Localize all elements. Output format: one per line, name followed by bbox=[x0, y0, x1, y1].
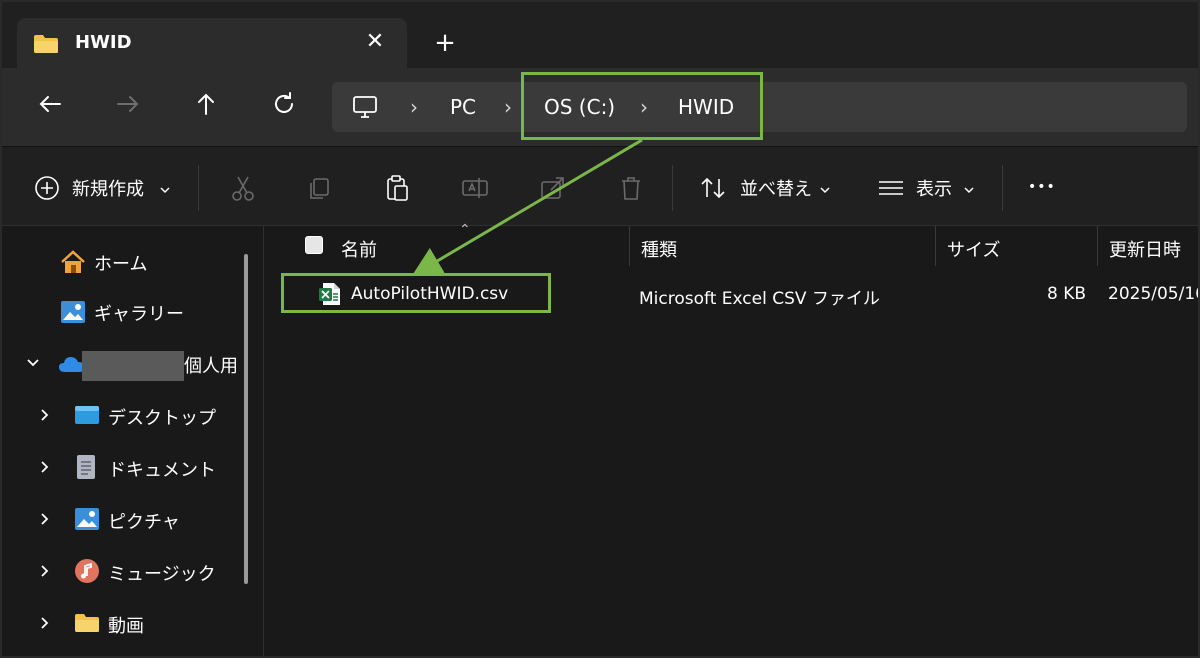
sidebar-item-home[interactable]: ホーム bbox=[60, 244, 240, 278]
tab-hwid[interactable]: HWID ✕ bbox=[17, 18, 407, 70]
forward-arrow-icon[interactable] bbox=[112, 88, 144, 120]
folder-icon bbox=[75, 614, 99, 632]
sort-icon bbox=[701, 177, 725, 199]
back-arrow-icon[interactable] bbox=[34, 88, 66, 120]
sidebar-item-label: デスクトップ bbox=[108, 408, 216, 429]
chevron-down-icon[interactable] bbox=[158, 183, 172, 197]
file-explorer-window: HWID ✕ + › PC › OS (C:) › HWID 新規作成 並べ替え… bbox=[0, 0, 1200, 658]
new-button[interactable]: 新規作成 bbox=[72, 175, 144, 203]
select-all-checkbox[interactable] bbox=[305, 236, 323, 254]
pictures-icon bbox=[75, 508, 99, 530]
rename-icon[interactable] bbox=[460, 173, 490, 203]
file-size: 8 KB bbox=[1047, 284, 1087, 304]
highlight-address-path bbox=[521, 72, 763, 140]
chevron-right-icon[interactable] bbox=[36, 562, 54, 580]
sidebar-item-gallery[interactable]: ギャラリー bbox=[60, 294, 240, 328]
chevron-right-icon[interactable] bbox=[36, 406, 54, 424]
copy-icon[interactable] bbox=[304, 173, 334, 203]
sidebar-item-label: ミュージック bbox=[108, 564, 216, 585]
refresh-icon[interactable] bbox=[268, 88, 300, 120]
new-plus-icon bbox=[35, 176, 59, 200]
music-icon bbox=[75, 559, 99, 583]
command-bar: 新規作成 並べ替え 表示 ••• bbox=[2, 146, 1198, 226]
highlight-file bbox=[281, 273, 551, 313]
redacted-account-name bbox=[82, 351, 184, 381]
cut-icon[interactable] bbox=[228, 173, 258, 203]
sidebar-item-videos[interactable]: 動画 bbox=[36, 606, 236, 640]
folder-icon bbox=[34, 35, 58, 53]
document-icon bbox=[77, 455, 95, 479]
toolbar-divider bbox=[198, 165, 199, 211]
new-tab-button[interactable]: + bbox=[430, 28, 460, 58]
sidebar-item-label: ギャラリー bbox=[94, 304, 184, 325]
column-header-name[interactable]: 名前 bbox=[341, 236, 377, 262]
share-icon[interactable] bbox=[538, 173, 568, 203]
trash-icon[interactable] bbox=[616, 173, 646, 203]
file-type: Microsoft Excel CSV ファイル bbox=[639, 289, 880, 309]
sidebar-item-label: ドキュメント bbox=[108, 460, 216, 481]
title-bar: HWID ✕ + bbox=[2, 2, 1198, 70]
paste-icon[interactable] bbox=[382, 173, 412, 203]
column-divider[interactable] bbox=[629, 226, 630, 266]
breadcrumb-pc[interactable]: PC bbox=[450, 95, 476, 119]
column-header-size[interactable]: サイズ bbox=[947, 236, 1000, 262]
desktop-icon bbox=[75, 406, 99, 424]
view-list-icon bbox=[879, 181, 903, 195]
sidebar-item-pictures[interactable]: ピクチャ bbox=[36, 502, 236, 536]
column-divider[interactable] bbox=[1097, 226, 1098, 266]
sidebar-item-music[interactable]: ミュージック bbox=[36, 554, 236, 588]
file-modified-date: 2025/05/16 bbox=[1108, 284, 1200, 304]
sidebar-item-desktop[interactable]: デスクトップ bbox=[36, 398, 236, 432]
breadcrumb-separator[interactable]: › bbox=[410, 95, 418, 119]
gallery-icon bbox=[61, 301, 85, 323]
pc-monitor-icon[interactable] bbox=[352, 94, 378, 120]
sidebar-item-label: ホーム bbox=[94, 254, 148, 275]
column-divider[interactable] bbox=[935, 226, 936, 266]
sidebar-scrollbar[interactable] bbox=[244, 254, 248, 584]
navigation-pane: ホーム ギャラリー 個人用 デスクトップ ドキュメント ピクチャ ミュージック … bbox=[2, 226, 264, 656]
sidebar-item-label: 動画 bbox=[108, 616, 144, 637]
chevron-down-icon[interactable] bbox=[962, 183, 976, 197]
view-button[interactable]: 表示 bbox=[916, 175, 952, 203]
more-options-button[interactable]: ••• bbox=[1028, 179, 1056, 207]
toolbar-divider bbox=[672, 165, 673, 211]
chevron-down-icon[interactable] bbox=[818, 183, 832, 197]
breadcrumb-separator[interactable]: › bbox=[504, 95, 512, 119]
chevron-down-icon[interactable] bbox=[24, 354, 42, 372]
sort-ascending-icon: ⌃ bbox=[459, 222, 471, 238]
up-arrow-icon[interactable] bbox=[190, 88, 222, 120]
sidebar-item-documents[interactable]: ドキュメント bbox=[36, 450, 236, 484]
home-icon bbox=[61, 250, 85, 273]
column-header-type[interactable]: 種類 bbox=[641, 236, 677, 262]
chevron-right-icon[interactable] bbox=[36, 510, 54, 528]
chevron-right-icon[interactable] bbox=[36, 614, 54, 632]
sidebar-item-label: 個人用 bbox=[184, 356, 238, 377]
tab-title: HWID bbox=[75, 32, 132, 53]
sidebar-item-label: ピクチャ bbox=[108, 512, 180, 533]
sort-button[interactable]: 並べ替え bbox=[740, 175, 812, 203]
toolbar-divider bbox=[1002, 165, 1003, 211]
chevron-right-icon[interactable] bbox=[36, 458, 54, 476]
column-header-date[interactable]: 更新日時 bbox=[1109, 236, 1181, 262]
close-icon[interactable]: ✕ bbox=[361, 28, 389, 56]
